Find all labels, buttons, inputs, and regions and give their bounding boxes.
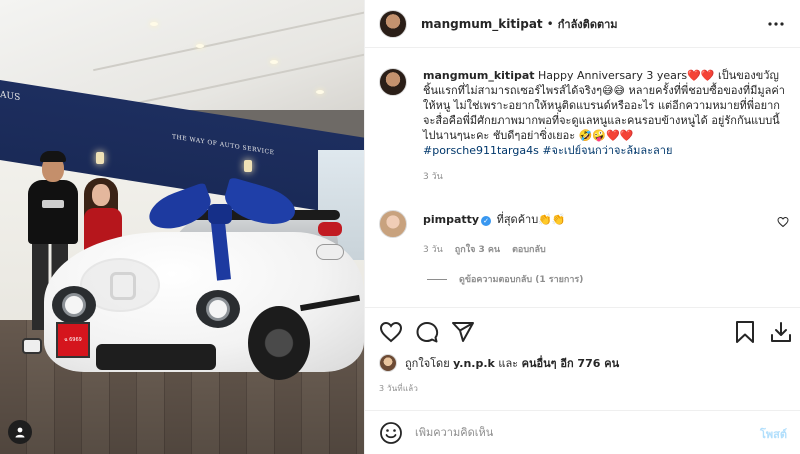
- wall-sconce: [244, 160, 252, 172]
- heart-icon[interactable]: [379, 320, 403, 344]
- post-side-panel: mangmum_kitipat • กำลังติดตาม mangmum_ki…: [364, 0, 800, 454]
- gift-ribbon-red: [318, 222, 342, 236]
- commenter-avatar[interactable]: [379, 210, 407, 238]
- view-replies-label: ดูข้อความตอบกลับ (1 รายการ): [459, 275, 584, 285]
- post-caption: mangmum_kitipat Happy Anniversary 3 year…: [379, 68, 787, 185]
- car-plate-text: ฉ 6969: [64, 337, 82, 343]
- hashtag-link[interactable]: #porsche911targa4s: [423, 144, 539, 157]
- bookmark-icon[interactable]: [733, 320, 757, 344]
- caption-body: mangmum_kitipat Happy Anniversary 3 year…: [423, 68, 787, 185]
- car-wheel: [248, 306, 310, 380]
- comment-icon[interactable]: [415, 320, 439, 344]
- post-header: mangmum_kitipat • กำลังติดตาม: [365, 0, 800, 48]
- comment-item: pimpatty ✓ ที่สุดค้าบ👏👏 3 วัน ถูกใจ 3 คน …: [379, 210, 789, 256]
- emoji-smile-icon[interactable]: [379, 421, 403, 445]
- view-replies-button[interactable]: ดูข้อความตอบกลับ (1 รายการ): [427, 272, 583, 286]
- user-icon: [15, 427, 25, 438]
- caption-author-avatar[interactable]: [379, 68, 407, 96]
- header-separator: •: [546, 16, 554, 31]
- hashtag-link[interactable]: #จะเปย์จนกว่าจะล้มละลาย: [542, 144, 672, 157]
- comments-section[interactable]: mangmum_kitipat Happy Anniversary 3 year…: [365, 50, 800, 306]
- verified-badge-icon: ✓: [481, 216, 492, 226]
- caption-time[interactable]: 3 วัน: [423, 170, 787, 185]
- more-horizontal-icon: [768, 22, 784, 26]
- comment-reply-button[interactable]: ตอบกลับ: [512, 242, 546, 256]
- author-username[interactable]: mangmum_kitipat: [421, 17, 543, 31]
- caption-hearts: ❤️❤️: [687, 69, 715, 82]
- comment-like-count[interactable]: ถูกใจ 3 คน: [455, 242, 500, 256]
- likes-others-link[interactable]: คนอื่นๆ อีก 776 คน: [522, 357, 620, 370]
- post-timestamp[interactable]: 3 วันที่แล้ว: [379, 382, 418, 395]
- car-mirror: [316, 244, 344, 260]
- man-figure-shoes: [22, 338, 42, 354]
- post-comment-button[interactable]: โพสต์: [760, 425, 787, 443]
- man-figure: [28, 180, 78, 244]
- more-options-button[interactable]: [765, 13, 787, 35]
- add-comment-bar: โพสต์: [365, 410, 800, 454]
- following-button[interactable]: กำลังติดตาม: [558, 15, 618, 33]
- caption-emoji: 🤣🤪: [578, 129, 607, 142]
- view-replies-line: [427, 278, 447, 280]
- ceiling-light: [150, 22, 158, 26]
- ceiling-light: [316, 90, 324, 94]
- comment-meta: 3 วัน ถูกใจ 3 คน ตอบกลับ: [423, 242, 763, 256]
- comment-like-heart-icon[interactable]: [777, 216, 789, 228]
- car-headlight-left: [52, 286, 96, 324]
- ceiling-light: [270, 60, 278, 64]
- commenter-username[interactable]: pimpatty: [423, 213, 479, 226]
- caption-hearts: ❤️❤️: [606, 129, 634, 142]
- gift-bow-knot: [208, 204, 232, 224]
- post-photo[interactable]: AUS THE WAY OF AUTO SERVICE ฉ 6969: [0, 0, 364, 454]
- comment-text: ที่สุดค้าบ: [496, 213, 539, 226]
- wall-sconce: [96, 152, 104, 164]
- likes-summary[interactable]: ถูกใจโดย y.n.p.k และ คนอื่นๆ อีก 776 คน: [379, 354, 619, 372]
- sign-center-text: THE WAY OF AUTO SERVICE: [172, 133, 275, 157]
- caption-username[interactable]: mangmum_kitipat: [423, 69, 535, 82]
- author-avatar[interactable]: [379, 9, 407, 38]
- comment-time[interactable]: 3 วัน: [423, 242, 443, 256]
- man-figure-cap: [40, 151, 66, 162]
- car-grille: [96, 344, 216, 370]
- liker-avatar[interactable]: [379, 354, 397, 372]
- car-headlight-right: [196, 290, 240, 328]
- woman-figure-face: [92, 184, 110, 206]
- ceiling-light: [196, 44, 204, 48]
- likes-prefix: ถูกใจโดย: [405, 357, 454, 370]
- likes-middle: และ: [494, 357, 522, 370]
- download-icon[interactable]: [769, 320, 793, 344]
- comment-emoji: 👏👏: [538, 213, 566, 226]
- liker-username[interactable]: y.n.p.k: [453, 357, 495, 370]
- share-icon[interactable]: [451, 320, 475, 344]
- tagged-users-button[interactable]: [8, 420, 32, 444]
- sign-left-text: AUS: [0, 90, 21, 104]
- comment-input[interactable]: [415, 426, 735, 439]
- post-actions-bar: [365, 307, 800, 357]
- caption-emoji: 😅😅: [602, 84, 625, 97]
- comment-body: pimpatty ✓ ที่สุดค้าบ👏👏 3 วัน ถูกใจ 3 คน …: [423, 210, 763, 256]
- caption-text: Happy Anniversary 3 years: [538, 69, 688, 82]
- car-plate: ฉ 6969: [56, 322, 90, 358]
